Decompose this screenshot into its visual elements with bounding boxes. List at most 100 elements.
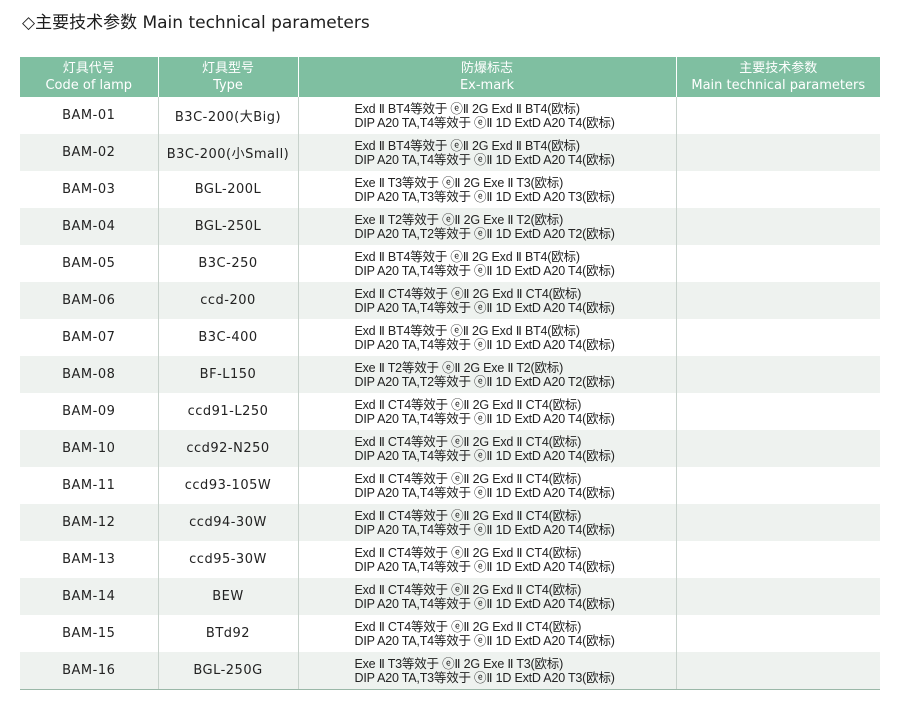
ex-mark-line-2: DIP A20 TA,T4等效于 ⓔⅡ 1D ExtD A20 T4(欧标) — [354, 559, 615, 574]
lamp-type: ccd94-30W — [158, 504, 299, 541]
ex-mark-line-2: DIP A20 TA,T3等效于 ⓔⅡ 1D ExtD A20 T3(欧标) — [354, 189, 615, 204]
header-mark-en: Ex-mark — [459, 78, 515, 93]
lamp-code: BAM-03 — [20, 171, 159, 208]
lamp-code: BAM-05 — [20, 245, 159, 282]
table-row: BAM-07 B3C-400 Exd Ⅱ BT4等效于 ⓔⅡ 2G Exd Ⅱ BT… — [20, 319, 880, 356]
header-mark: 防爆标志 Ex-mark — [298, 57, 677, 97]
header-type-en: Type — [213, 78, 243, 93]
ex-mark-line-1: Exd Ⅱ CT4等效于 ⓔⅡ 2G Exd Ⅱ CT4(欧标) — [354, 508, 582, 523]
technical-parameters — [676, 504, 880, 541]
lamp-type: BEW — [158, 578, 299, 615]
ex-mark-line-2: DIP A20 TA,T4等效于 ⓔⅡ 1D ExtD A20 T4(欧标) — [354, 485, 615, 500]
ex-mark-line-2: DIP A20 TA,T2等效于 ⓔⅡ 1D ExtD A20 T2(欧标) — [354, 374, 615, 389]
ex-mark-line-2: DIP A20 TA,T4等效于 ⓔⅡ 1D ExtD A20 T4(欧标) — [354, 411, 615, 426]
table-row: BAM-09 ccd91-L250 Exd Ⅱ CT4等效于 ⓔⅡ 2G Exd Ⅱ… — [20, 393, 880, 430]
lamp-type: BGL-200L — [158, 171, 299, 208]
header-code-cn: 灯具代号 — [62, 61, 115, 76]
ex-mark-line-1: Exe Ⅱ T3等效于 ⓔⅡ 2G Exe Ⅱ T3(欧标) — [354, 656, 564, 671]
lamp-type: ccd91-L250 — [158, 393, 299, 430]
technical-parameters — [676, 541, 880, 578]
ex-mark-line-1: Exd Ⅱ CT4等效于 ⓔⅡ 2G Exd Ⅱ CT4(欧标) — [354, 397, 582, 412]
ex-mark: Exd Ⅱ BT4等效于 ⓔⅡ 2G Exd Ⅱ BT4(欧标) DIP A20 … — [298, 134, 677, 171]
lamp-code: BAM-13 — [20, 541, 159, 578]
header-params-en: Main technical parameters — [691, 78, 866, 93]
ex-mark: Exe Ⅱ T3等效于 ⓔⅡ 2G Exe Ⅱ T3(欧标) DIP A20 TA… — [298, 652, 677, 690]
header-mark-cn: 防爆标志 — [460, 61, 513, 76]
ex-mark: Exd Ⅱ CT4等效于 ⓔⅡ 2G Exd Ⅱ CT4(欧标) DIP A20 … — [298, 615, 677, 652]
technical-parameters — [676, 356, 880, 393]
table-row: BAM-02 B3C-200(小Small) Exd Ⅱ BT4等效于 ⓔⅡ 2G … — [20, 134, 880, 171]
ex-mark: Exd Ⅱ CT4等效于 ⓔⅡ 2G Exd Ⅱ CT4(欧标) DIP A20 … — [298, 578, 677, 615]
ex-mark-line-2: DIP A20 TA,T4等效于 ⓔⅡ 1D ExtD A20 T4(欧标) — [354, 596, 615, 611]
ex-mark-line-1: Exd Ⅱ BT4等效于 ⓔⅡ 2G Exd Ⅱ BT4(欧标) — [354, 249, 580, 264]
table-row: BAM-01 B3C-200(大Big) Exd Ⅱ BT4等效于 ⓔⅡ 2G Ex… — [20, 97, 880, 134]
technical-parameters — [676, 652, 880, 690]
lamp-code: BAM-10 — [20, 430, 159, 467]
lamp-code: BAM-01 — [20, 97, 159, 134]
table-row: BAM-15 BTd92 Exd Ⅱ CT4等效于 ⓔⅡ 2G Exd Ⅱ CT4(… — [20, 615, 880, 652]
lamp-code: BAM-09 — [20, 393, 159, 430]
lamp-type: BTd92 — [158, 615, 299, 652]
ex-mark: Exe Ⅱ T2等效于 ⓔⅡ 2G Exe Ⅱ T2(欧标) DIP A20 TA… — [298, 356, 677, 393]
ex-mark-line-2: DIP A20 TA,T4等效于 ⓔⅡ 1D ExtD A20 T4(欧标) — [354, 448, 615, 463]
header-params: 主要技术参数 Main technical parameters — [676, 57, 880, 97]
lamp-type: B3C-250 — [158, 245, 299, 282]
ex-mark: Exd Ⅱ CT4等效于 ⓔⅡ 2G Exd Ⅱ CT4(欧标) DIP A20 … — [298, 504, 677, 541]
ex-mark: Exd Ⅱ BT4等效于 ⓔⅡ 2G Exd Ⅱ BT4(欧标) DIP A20 … — [298, 245, 677, 282]
lamp-type: BF-L150 — [158, 356, 299, 393]
ex-mark-line-1: Exd Ⅱ CT4等效于 ⓔⅡ 2G Exd Ⅱ CT4(欧标) — [354, 471, 582, 486]
technical-parameters — [676, 245, 880, 282]
table-row: BAM-03 BGL-200L Exe Ⅱ T3等效于 ⓔⅡ 2G Exe Ⅱ T3… — [20, 171, 880, 208]
technical-parameters — [676, 134, 880, 171]
header-type-cn: 灯具型号 — [201, 61, 254, 76]
technical-parameters — [676, 393, 880, 430]
ex-mark-line-2: DIP A20 TA,T4等效于 ⓔⅡ 1D ExtD A20 T4(欧标) — [354, 522, 615, 537]
ex-mark: Exd Ⅱ BT4等效于 ⓔⅡ 2G Exd Ⅱ BT4(欧标) DIP A20 … — [298, 319, 677, 356]
header-code-en: Code of lamp — [45, 78, 133, 93]
ex-mark: Exe Ⅱ T2等效于 ⓔⅡ 2G Exe Ⅱ T2(欧标) DIP A20 TA… — [298, 208, 677, 245]
ex-mark-line-2: DIP A20 TA,T3等效于 ⓔⅡ 1D ExtD A20 T3(欧标) — [354, 670, 615, 685]
ex-mark-line-1: Exd Ⅱ CT4等效于 ⓔⅡ 2G Exd Ⅱ CT4(欧标) — [354, 619, 582, 634]
lamp-type: ccd-200 — [158, 282, 299, 319]
ex-mark-line-1: Exd Ⅱ CT4等效于 ⓔⅡ 2G Exd Ⅱ CT4(欧标) — [354, 545, 582, 560]
lamp-type: ccd92-N250 — [158, 430, 299, 467]
ex-mark: Exd Ⅱ BT4等效于 ⓔⅡ 2G Exd Ⅱ BT4(欧标) DIP A20 … — [298, 97, 677, 134]
ex-mark-line-1: Exd Ⅱ CT4等效于 ⓔⅡ 2G Exd Ⅱ CT4(欧标) — [354, 286, 582, 301]
ex-mark-line-2: DIP A20 TA,T2等效于 ⓔⅡ 1D ExtD A20 T2(欧标) — [354, 226, 615, 241]
ex-mark: Exe Ⅱ T3等效于 ⓔⅡ 2G Exe Ⅱ T3(欧标) DIP A20 TA… — [298, 171, 677, 208]
ex-mark-line-2: DIP A20 TA,T4等效于 ⓔⅡ 1D ExtD A20 T4(欧标) — [354, 263, 615, 278]
table-header: 灯具代号 Code of lamp 灯具型号 Type 防爆标志 Ex-mark… — [20, 57, 880, 97]
table-row: BAM-04 BGL-250L Exe Ⅱ T2等效于 ⓔⅡ 2G Exe Ⅱ T2… — [20, 208, 880, 245]
lamp-type: B3C-200(小Small) — [158, 134, 299, 171]
table-row: BAM-11 ccd93-105W Exd Ⅱ CT4等效于 ⓔⅡ 2G Exd Ⅱ… — [20, 467, 880, 504]
technical-parameters — [676, 430, 880, 467]
lamp-code: BAM-12 — [20, 504, 159, 541]
technical-parameters — [676, 171, 880, 208]
technical-parameters — [676, 319, 880, 356]
lamp-type: B3C-400 — [158, 319, 299, 356]
technical-parameters — [676, 467, 880, 504]
lamp-code: BAM-04 — [20, 208, 159, 245]
ex-mark-line-2: DIP A20 TA,T4等效于 ⓔⅡ 1D ExtD A20 T4(欧标) — [354, 152, 615, 167]
ex-mark: Exd Ⅱ CT4等效于 ⓔⅡ 2G Exd Ⅱ CT4(欧标) DIP A20 … — [298, 282, 677, 319]
lamp-type: BGL-250G — [158, 652, 299, 690]
technical-parameters — [676, 615, 880, 652]
parameters-table: 灯具代号 Code of lamp 灯具型号 Type 防爆标志 Ex-mark… — [20, 57, 880, 690]
ex-mark: Exd Ⅱ CT4等效于 ⓔⅡ 2G Exd Ⅱ CT4(欧标) DIP A20 … — [298, 467, 677, 504]
lamp-type: ccd95-30W — [158, 541, 299, 578]
technical-parameters — [676, 282, 880, 319]
lamp-type: ccd93-105W — [158, 467, 299, 504]
lamp-code: BAM-06 — [20, 282, 159, 319]
ex-mark-line-1: Exe Ⅱ T3等效于 ⓔⅡ 2G Exe Ⅱ T3(欧标) — [354, 175, 564, 190]
ex-mark-line-2: DIP A20 TA,T4等效于 ⓔⅡ 1D ExtD A20 T4(欧标) — [354, 115, 615, 130]
lamp-code: BAM-02 — [20, 134, 159, 171]
ex-mark: Exd Ⅱ CT4等效于 ⓔⅡ 2G Exd Ⅱ CT4(欧标) DIP A20 … — [298, 393, 677, 430]
ex-mark-line-1: Exd Ⅱ BT4等效于 ⓔⅡ 2G Exd Ⅱ BT4(欧标) — [354, 323, 580, 338]
lamp-code: BAM-07 — [20, 319, 159, 356]
ex-mark: Exd Ⅱ CT4等效于 ⓔⅡ 2G Exd Ⅱ CT4(欧标) DIP A20 … — [298, 430, 677, 467]
lamp-type: BGL-250L — [158, 208, 299, 245]
table-row: BAM-05 B3C-250 Exd Ⅱ BT4等效于 ⓔⅡ 2G Exd Ⅱ BT… — [20, 245, 880, 282]
technical-parameters — [676, 578, 880, 615]
ex-mark-line-1: Exd Ⅱ CT4等效于 ⓔⅡ 2G Exd Ⅱ CT4(欧标) — [354, 582, 582, 597]
technical-parameters — [676, 208, 880, 245]
